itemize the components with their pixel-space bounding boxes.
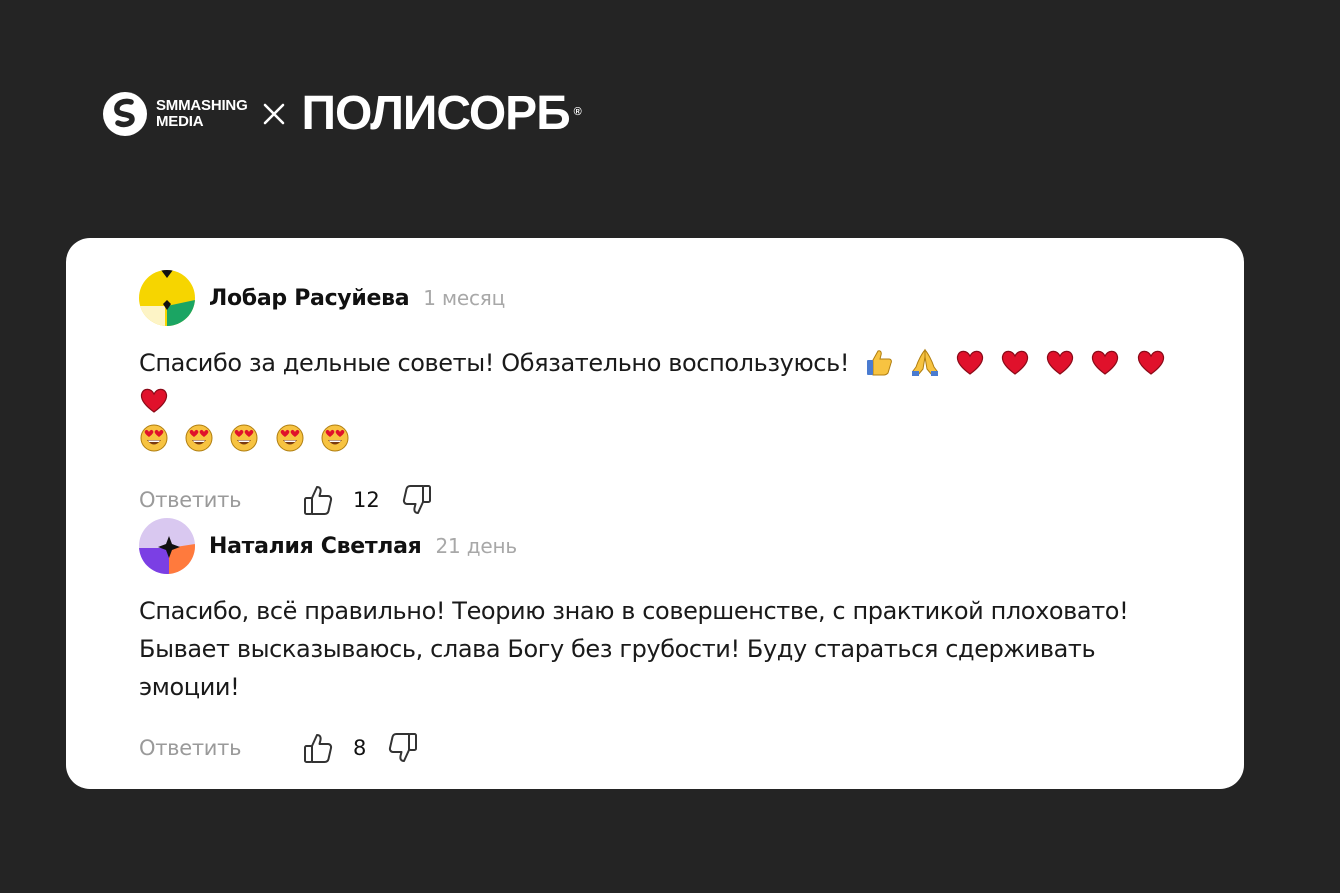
- avatar[interactable]: [139, 270, 195, 326]
- comment-text: Спасибо, всё правильно! Теорию знаю в со…: [139, 597, 1129, 701]
- thumbs-up-icon[interactable]: [303, 484, 333, 516]
- comment-header: Наталия Светлая 21 день: [139, 518, 1199, 574]
- avatar-purple-icon: [139, 518, 195, 574]
- smmashing-wordmark-line2: MEDIA: [156, 113, 204, 130]
- thumbs-down-icon[interactable]: [388, 732, 418, 764]
- comment-time: 21 день: [435, 534, 518, 558]
- heart-eyes-emoji-icon: [276, 424, 304, 452]
- comment-actions: Ответить 12: [139, 480, 1199, 520]
- like-count: 8: [353, 736, 367, 760]
- comment-time: 1 месяц: [423, 286, 505, 310]
- comment-header: Лобар Расуйева 1 месяц: [139, 270, 1199, 326]
- like-count: 12: [353, 488, 380, 512]
- heart-emoji-icon: [140, 388, 168, 413]
- thumbs-up-icon[interactable]: [303, 732, 333, 764]
- comment: Лобар Расуйева 1 месяц Спасибо за дельны…: [139, 270, 1199, 520]
- cross-icon: [263, 103, 284, 125]
- reply-button[interactable]: Ответить: [139, 736, 303, 760]
- polisorb-logo: ПОЛИСОРБ ®: [301, 87, 582, 140]
- avatar-yellow-icon: [139, 270, 195, 326]
- smmashing-logo-icon: [103, 92, 147, 136]
- comment-text: Спасибо за дельные советы! Обязательно в…: [139, 344, 1199, 458]
- heart-emoji-icon: [1001, 350, 1029, 375]
- registered-mark: ®: [573, 106, 582, 118]
- reply-button[interactable]: Ответить: [139, 488, 303, 512]
- brand-header: SMMASHING MEDIA ПОЛИСОРБ ®: [102, 87, 582, 140]
- thumbs-down-icon[interactable]: [402, 484, 432, 516]
- polisorb-wordmark: ПОЛИСОРБ: [301, 87, 571, 140]
- heart-emoji-icon: [1137, 350, 1164, 375]
- smmashing-wordmark-line1: SMMASHING: [156, 97, 248, 114]
- author-name[interactable]: Лобар Расуйева: [209, 286, 410, 311]
- heart-emoji-icon: [956, 350, 983, 375]
- heart-eyes-emoji-icon: [321, 424, 349, 452]
- avatar[interactable]: [139, 518, 195, 574]
- heart-emoji-icon: [1092, 350, 1119, 375]
- heart-emoji-icon: [1047, 350, 1074, 375]
- comment-actions: Ответить 8: [139, 728, 1199, 768]
- heart-eyes-emoji-icon: [185, 424, 213, 452]
- comment-body: Спасибо за дельные советы! Обязательно в…: [139, 349, 850, 377]
- emoji-group-2: [139, 424, 358, 453]
- comments-card: Лобар Расуйева 1 месяц Спасибо за дельны…: [66, 238, 1244, 789]
- heart-eyes-emoji-icon: [140, 424, 168, 452]
- comment: Наталия Светлая 21 день Спасибо, всё пра…: [139, 518, 1199, 768]
- thumbs-up-emoji-icon: [867, 350, 893, 376]
- author-name[interactable]: Наталия Светлая: [209, 534, 422, 559]
- folded-hands-emoji-icon: [911, 348, 938, 376]
- smmashing-wordmark: SMMASHING MEDIA: [156, 98, 248, 130]
- heart-eyes-emoji-icon: [230, 424, 258, 452]
